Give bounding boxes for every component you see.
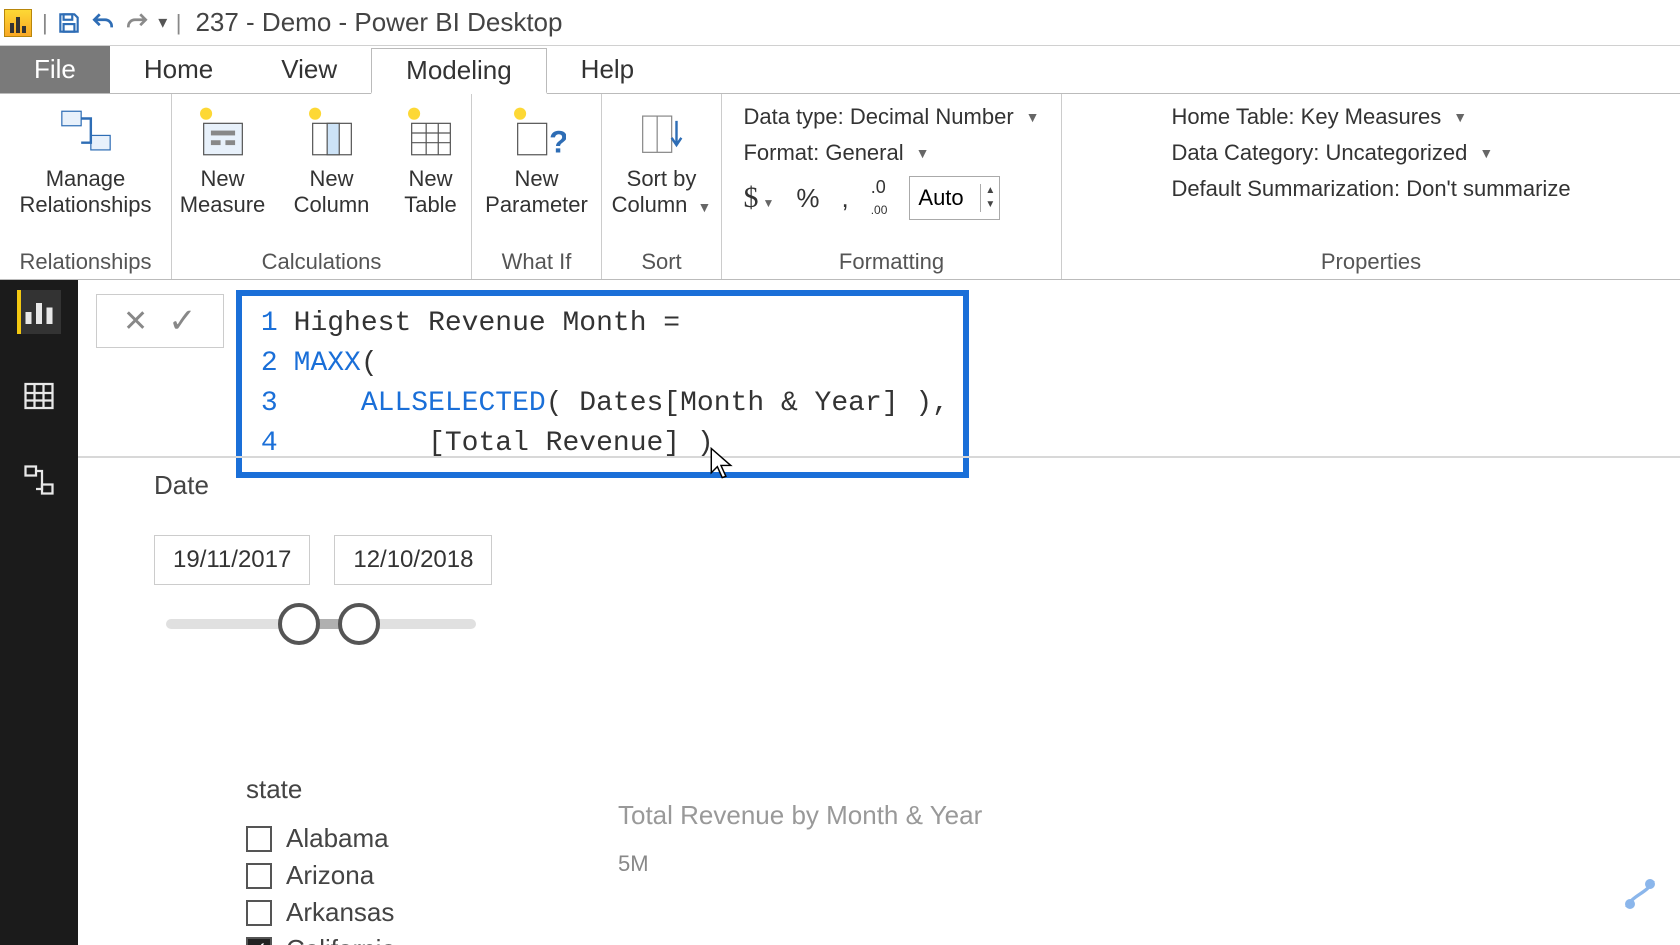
data-category-dropdown[interactable]: Data Category: Uncategorized▼ bbox=[1171, 140, 1570, 166]
date-slicer[interactable]: Date 19/11/2017 12/10/2018 bbox=[154, 470, 492, 629]
revenue-chart[interactable]: Total Revenue by Month & Year 5M bbox=[618, 800, 982, 877]
whatif-group-label: What If bbox=[502, 245, 572, 277]
state-slicer[interactable]: state Alabama Arizona Arkansas ✓ Califor… bbox=[246, 774, 396, 945]
checkbox-icon[interactable] bbox=[246, 900, 272, 926]
checkbox-icon[interactable] bbox=[246, 826, 272, 852]
state-slicer-title: state bbox=[246, 774, 396, 805]
new-table-button[interactable]: New Table bbox=[394, 100, 468, 218]
horizontal-divider bbox=[78, 456, 1680, 458]
date-slicer-title: Date bbox=[154, 470, 492, 501]
chart-axis-tick: 5M bbox=[618, 851, 982, 877]
state-option[interactable]: Alabama bbox=[246, 823, 396, 854]
decimal-places-input[interactable]: ▲▼ bbox=[909, 176, 1000, 220]
manage-relationships-button[interactable]: Manage Relationships bbox=[11, 100, 161, 218]
date-to-input[interactable]: 12/10/2018 bbox=[334, 535, 492, 585]
new-column-button[interactable]: New Column bbox=[288, 100, 376, 218]
calculations-group-label: Calculations bbox=[262, 245, 382, 277]
data-view-button[interactable] bbox=[17, 374, 61, 418]
redo-button[interactable] bbox=[120, 6, 154, 40]
date-from-input[interactable]: 19/11/2017 bbox=[154, 535, 310, 585]
save-button[interactable] bbox=[52, 6, 86, 40]
comma-button[interactable]: , bbox=[841, 183, 848, 214]
slider-handle-start[interactable] bbox=[278, 603, 320, 645]
sort-by-column-button[interactable]: Sort by Column ▼ bbox=[612, 100, 712, 220]
relationships-group-label: Relationships bbox=[19, 245, 151, 277]
state-option[interactable]: ✓ California bbox=[246, 934, 396, 945]
checkbox-icon[interactable]: ✓ bbox=[246, 937, 272, 945]
app-logo bbox=[4, 9, 32, 37]
default-summarization-dropdown[interactable]: Default Summarization: Don't summarize bbox=[1171, 176, 1570, 202]
sort-group-label: Sort bbox=[641, 245, 681, 277]
help-tab[interactable]: Help bbox=[547, 46, 668, 93]
report-view-button[interactable] bbox=[17, 290, 61, 334]
chart-title: Total Revenue by Month & Year bbox=[618, 800, 982, 831]
currency-button[interactable]: $▼ bbox=[743, 181, 774, 215]
undo-button[interactable] bbox=[86, 6, 120, 40]
subscribe-watermark bbox=[1620, 874, 1660, 917]
data-type-dropdown[interactable]: Data type: Decimal Number▼ bbox=[743, 104, 1039, 130]
slider-handle-end[interactable] bbox=[338, 603, 380, 645]
model-view-button[interactable] bbox=[17, 458, 61, 502]
properties-group-label: Properties bbox=[1321, 245, 1421, 277]
new-measure-button[interactable]: New Measure bbox=[176, 100, 270, 218]
mouse-cursor-icon bbox=[708, 446, 734, 480]
decimal-increase-icon[interactable]: .0.00 bbox=[871, 177, 888, 219]
state-option[interactable]: Arkansas bbox=[246, 897, 396, 928]
window-title: 237 - Demo - Power BI Desktop bbox=[195, 7, 562, 38]
percent-button[interactable]: % bbox=[796, 183, 819, 214]
home-tab[interactable]: Home bbox=[110, 46, 247, 93]
checkbox-icon[interactable] bbox=[246, 863, 272, 889]
formula-editor[interactable]: 1Highest Revenue Month = 2MAXX( 3 ALLSEL… bbox=[236, 290, 969, 478]
new-parameter-button[interactable]: ? New Parameter bbox=[480, 100, 594, 218]
qat-customize[interactable]: ▾ bbox=[154, 12, 172, 33]
modeling-tab[interactable]: Modeling bbox=[371, 48, 547, 94]
formatting-group-label: Formatting bbox=[839, 245, 944, 277]
state-option[interactable]: Arizona bbox=[246, 860, 396, 891]
cancel-formula-button[interactable]: ✕ bbox=[123, 304, 148, 339]
file-tab[interactable]: File bbox=[0, 46, 110, 93]
home-table-dropdown[interactable]: Home Table: Key Measures▼ bbox=[1171, 104, 1570, 130]
date-range-slider[interactable] bbox=[166, 619, 476, 629]
format-dropdown[interactable]: Format: General▼ bbox=[743, 140, 1039, 166]
view-tab[interactable]: View bbox=[247, 46, 371, 93]
svg-text:?: ? bbox=[549, 124, 566, 159]
qat-separator: | bbox=[42, 10, 48, 36]
qat-separator-2: | bbox=[176, 10, 182, 36]
commit-formula-button[interactable]: ✓ bbox=[168, 301, 197, 341]
